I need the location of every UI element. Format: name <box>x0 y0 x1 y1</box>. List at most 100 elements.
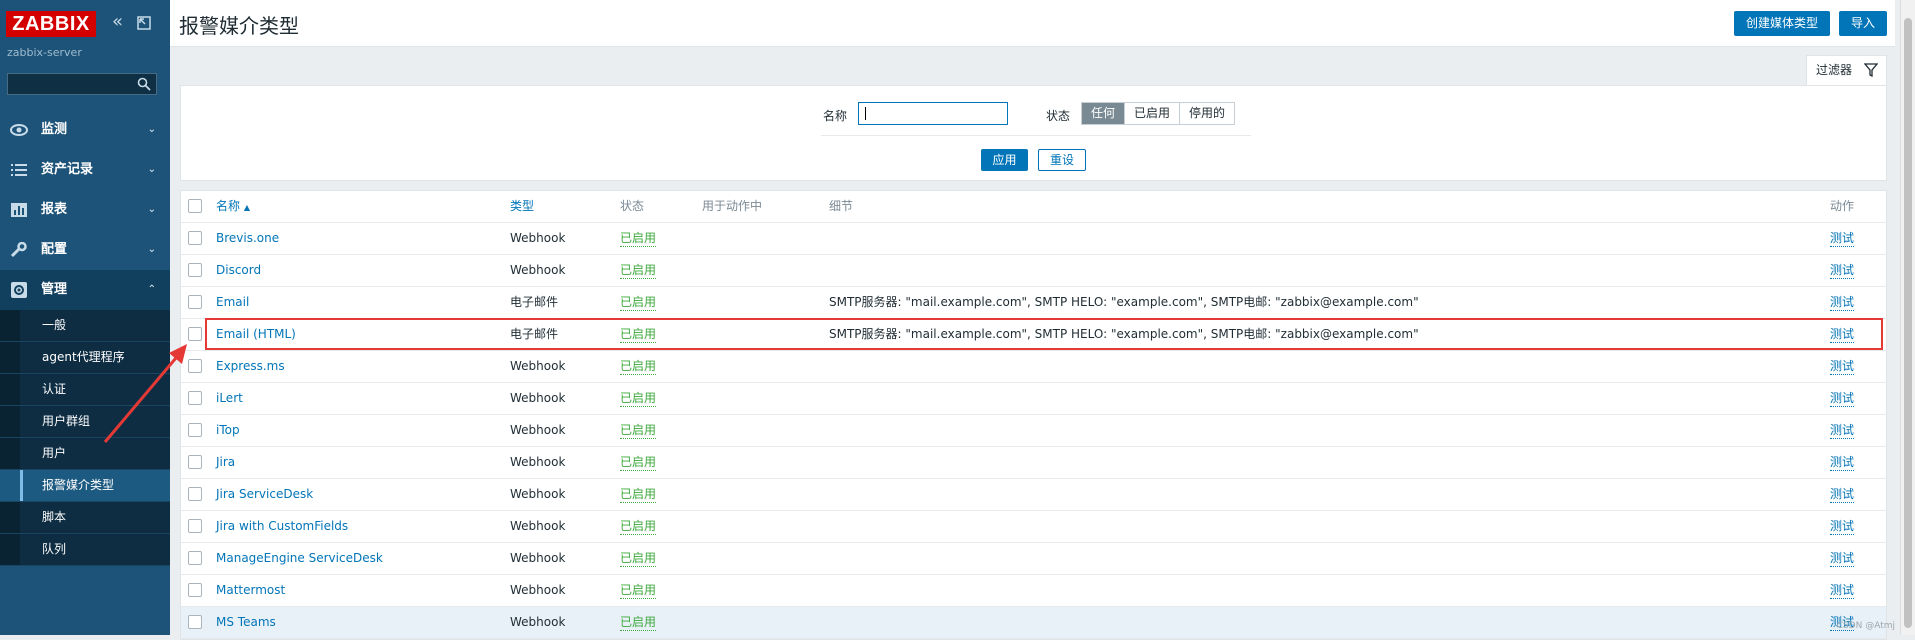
sidebar-search-input[interactable] <box>7 73 157 95</box>
select-all-checkbox[interactable] <box>188 199 202 213</box>
row-checkbox[interactable] <box>188 295 202 309</box>
test-link[interactable]: 测试 <box>1830 519 1855 535</box>
submenu-media-types[interactable]: 报警媒介类型 <box>0 470 170 502</box>
search-icon[interactable] <box>137 77 151 91</box>
status-toggle[interactable]: 已启用 <box>620 423 657 439</box>
status-toggle[interactable]: 已启用 <box>620 359 657 375</box>
table-row: ManageEngine ServiceDesk Webhook 已启用 测试 <box>181 543 1886 575</box>
row-checkbox[interactable] <box>188 487 202 501</box>
status-any-option[interactable]: 任何 <box>1082 103 1126 124</box>
test-link[interactable]: 测试 <box>1830 359 1855 375</box>
create-media-type-button[interactable]: 创建媒体类型 <box>1734 11 1831 36</box>
row-checkbox[interactable] <box>188 327 202 341</box>
page-header: 报警媒介类型 创建媒体类型 导入 <box>170 0 1895 47</box>
table-row: iLert Webhook 已启用 测试 <box>181 383 1886 415</box>
test-link[interactable]: 测试 <box>1830 231 1855 247</box>
table-row: Jira Webhook 已启用 测试 <box>181 447 1886 479</box>
scrollbar-thumb[interactable] <box>1904 18 1912 628</box>
submenu-queue[interactable]: 队列 <box>0 534 170 566</box>
menu-label: 报表 <box>41 202 68 217</box>
menu-label: 资产记录 <box>41 162 94 177</box>
menu-label: 监测 <box>41 122 68 137</box>
table-header: 名称 ▲ 类型 状态 用于动作中 细节 动作 <box>181 191 1886 223</box>
eye-icon <box>10 124 28 136</box>
status-toggle[interactable]: 已启用 <box>620 487 657 503</box>
divider <box>821 135 1251 136</box>
status-enabled-option[interactable]: 已启用 <box>1125 103 1181 124</box>
chevron-down-icon: ⌄ <box>147 164 156 175</box>
list-icon <box>11 164 27 176</box>
row-checkbox[interactable] <box>188 519 202 533</box>
reset-button[interactable]: 重设 <box>1038 149 1086 171</box>
column-status-header: 状态 <box>620 199 645 213</box>
import-button[interactable]: 导入 <box>1839 11 1888 36</box>
test-link[interactable]: 测试 <box>1830 295 1855 311</box>
media-type-type: Webhook <box>510 423 566 437</box>
filter-tab[interactable]: 过滤器 <box>1806 55 1887 86</box>
menu-configuration[interactable]: 配置 ⌄ <box>0 230 170 270</box>
media-type-name-link[interactable]: Jira ServiceDesk <box>216 487 313 501</box>
media-type-name-link[interactable]: Discord <box>216 263 261 277</box>
test-link[interactable]: 测试 <box>1830 423 1855 439</box>
test-link[interactable]: 测试 <box>1830 455 1855 471</box>
status-toggle[interactable]: 已启用 <box>620 231 657 247</box>
media-type-type: Webhook <box>510 391 566 405</box>
chevron-down-icon: ⌄ <box>147 244 156 255</box>
status-toggle[interactable]: 已启用 <box>620 455 657 471</box>
media-type-name-link[interactable]: iTop <box>216 423 240 437</box>
media-type-name-link[interactable]: ManageEngine ServiceDesk <box>216 551 383 565</box>
submenu-general[interactable]: 一般 <box>0 310 170 342</box>
media-type-name-link[interactable]: Jira <box>216 455 235 469</box>
row-checkbox[interactable] <box>188 455 202 469</box>
name-filter-input[interactable] <box>858 102 1008 125</box>
status-toggle[interactable]: 已启用 <box>620 391 657 407</box>
kiosk-mode-icon[interactable] <box>136 15 152 31</box>
media-type-type: Webhook <box>510 551 566 565</box>
media-type-name-link[interactable]: Brevis.one <box>216 231 279 245</box>
test-link[interactable]: 测试 <box>1830 263 1855 279</box>
menu-inventory[interactable]: 资产记录 ⌄ <box>0 150 170 190</box>
media-type-name-link[interactable]: Jira with CustomFields <box>216 519 348 533</box>
column-name-header[interactable]: 名称 ▲ <box>216 191 250 223</box>
menu-monitoring[interactable]: 监测 ⌄ <box>0 110 170 150</box>
filter-icon <box>1864 63 1878 77</box>
test-link[interactable]: 测试 <box>1830 551 1855 567</box>
media-types-table: 名称 ▲ 类型 状态 用于动作中 细节 动作 Brevis.one Webhook… <box>180 190 1887 640</box>
vertical-scrollbar[interactable] <box>1900 0 1915 635</box>
test-link[interactable]: 测试 <box>1830 487 1855 503</box>
table-row: Email 电子邮件 已启用 SMTP服务器: "mail.example.com",… <box>181 287 1886 319</box>
status-toggle[interactable]: 已启用 <box>620 551 657 567</box>
status-toggle[interactable]: 已启用 <box>620 615 657 631</box>
menu-reports[interactable]: 报表 ⌄ <box>0 190 170 230</box>
status-toggle[interactable]: 已启用 <box>620 583 657 599</box>
status-disabled-option[interactable]: 停用的 <box>1180 103 1234 124</box>
row-checkbox[interactable] <box>188 231 202 245</box>
table-row: Brevis.one Webhook 已启用 测试 <box>181 223 1886 255</box>
media-type-name-link[interactable]: MS Teams <box>216 615 276 629</box>
name-label: 名称 <box>823 109 848 123</box>
apply-button[interactable]: 应用 <box>981 149 1028 171</box>
media-type-name-link[interactable]: iLert <box>216 391 243 405</box>
media-type-type: Webhook <box>510 583 566 597</box>
zabbix-logo[interactable]: ZABBIX <box>6 11 96 37</box>
test-link[interactable]: 测试 <box>1830 583 1855 599</box>
status-toggle[interactable]: 已启用 <box>620 519 657 535</box>
row-checkbox[interactable] <box>188 615 202 629</box>
media-type-name-link[interactable]: Mattermost <box>216 583 285 597</box>
filter-tab-label: 过滤器 <box>1816 63 1853 77</box>
test-link[interactable]: 测试 <box>1830 391 1855 407</box>
submenu-scripts[interactable]: 脚本 <box>0 502 170 534</box>
row-checkbox[interactable] <box>188 583 202 597</box>
status-toggle[interactable]: 已启用 <box>620 263 657 279</box>
media-type-name-link[interactable]: Email <box>216 295 249 309</box>
column-type-header[interactable]: 类型 <box>510 191 534 222</box>
status-toggle[interactable]: 已启用 <box>620 295 657 311</box>
row-checkbox[interactable] <box>188 263 202 277</box>
table-row: iTop Webhook 已启用 测试 <box>181 415 1886 447</box>
media-type-name-link[interactable]: Express.ms <box>216 359 285 373</box>
menu-administration[interactable]: 管理 ⌃ <box>0 270 170 310</box>
main-menu: 监测 ⌄ 资产记录 ⌄ 报表 ⌄ 配置 ⌄ 管理 ⌃ 一般 agent代理程序 … <box>0 110 170 566</box>
row-checkbox[interactable] <box>188 551 202 565</box>
sidebar: ZABBIX « zabbix-server 监测 ⌄ 资产记录 ⌄ 报表 ⌄ … <box>0 0 170 635</box>
collapse-sidebar-icon[interactable]: « <box>112 13 130 32</box>
